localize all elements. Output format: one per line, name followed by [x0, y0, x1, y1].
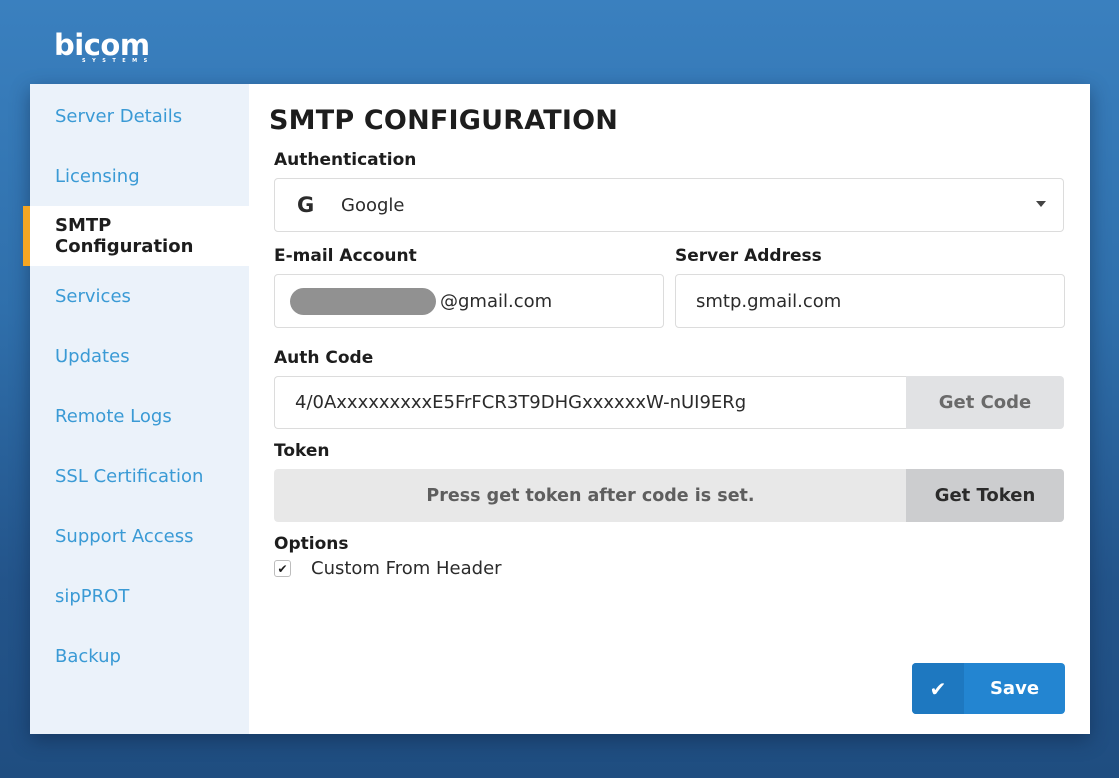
server-column: Server Address smtp.gmail.com — [675, 246, 1065, 328]
server-address-label: Server Address — [675, 246, 822, 266]
bicom-logo: bicom SYSTEMS — [54, 30, 154, 64]
redacted-email-username — [290, 287, 436, 315]
token-label: Token — [274, 441, 330, 461]
auth-code-group: 4/0AxxxxxxxxxE5FrFCR3T9DHGxxxxxxW-nUI9ER… — [274, 376, 1064, 429]
caret-down-icon — [1036, 201, 1046, 207]
email-column: E-mail Account @gmail.com — [274, 246, 664, 328]
token-group: Press get token after code is set. Get T… — [274, 469, 1064, 522]
server-address-input[interactable]: smtp.gmail.com — [675, 274, 1065, 328]
sidebar-item-licensing[interactable]: Licensing — [30, 146, 249, 206]
get-token-button[interactable]: Get Token — [906, 469, 1064, 522]
options-label: Options — [274, 534, 349, 554]
get-code-button[interactable]: Get Code — [906, 376, 1064, 429]
logo-tagline: SYSTEMS — [82, 58, 154, 64]
custom-from-header-checkbox[interactable]: ✔ — [274, 560, 291, 577]
authentication-label: Authentication — [274, 150, 417, 170]
check-icon: ✔ — [912, 663, 964, 714]
save-button-label: Save — [989, 678, 1040, 699]
save-button[interactable]: ✔ Save — [912, 663, 1065, 714]
sidebar-item-remote-logs[interactable]: Remote Logs — [30, 386, 249, 446]
main-content: SMTP CONFIGURATION Authentication G Goog… — [249, 84, 1090, 734]
auth-code-label: Auth Code — [274, 348, 374, 368]
sidebar-item-support-access[interactable]: Support Access — [30, 506, 249, 566]
sidebar-item-server-details[interactable]: Server Details — [30, 86, 249, 146]
email-account-input[interactable]: @gmail.com — [274, 274, 664, 328]
sidebar-item-ssl-certification[interactable]: SSL Certification — [30, 446, 249, 506]
email-server-row: E-mail Account @gmail.com Server Address… — [274, 246, 1065, 328]
checkmark-icon: ✔ — [277, 561, 288, 576]
token-input: Press get token after code is set. — [274, 469, 906, 522]
email-account-label: E-mail Account — [274, 246, 417, 266]
sidebar: Server Details Licensing SMTP Configurat… — [23, 84, 249, 734]
authentication-select[interactable]: G Google — [274, 178, 1064, 232]
sidebar-item-sipprot[interactable]: sipPROT — [30, 566, 249, 626]
custom-from-header-option: ✔ Custom From Header — [274, 558, 1065, 579]
sidebar-item-services[interactable]: Services — [30, 266, 249, 326]
settings-panel: Server Details Licensing SMTP Configurat… — [23, 84, 1090, 734]
authentication-selected-value: Google — [341, 194, 405, 216]
email-domain-text: @gmail.com — [440, 290, 553, 312]
custom-from-header-label: Custom From Header — [311, 558, 502, 579]
sidebar-item-backup[interactable]: Backup — [30, 626, 249, 686]
sidebar-item-updates[interactable]: Updates — [30, 326, 249, 386]
logo-wordmark: bicom — [54, 28, 150, 62]
auth-code-input[interactable]: 4/0AxxxxxxxxxE5FrFCR3T9DHGxxxxxxW-nUI9ER… — [274, 376, 906, 429]
page-title: SMTP CONFIGURATION — [269, 105, 619, 136]
google-icon: G — [297, 193, 315, 217]
sidebar-item-smtp-configuration[interactable]: SMTP Configuration — [23, 206, 249, 266]
